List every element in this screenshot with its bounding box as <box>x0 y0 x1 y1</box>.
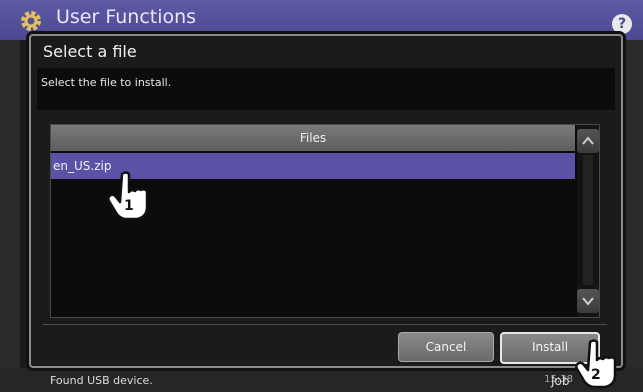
scroll-up-button[interactable] <box>577 129 599 153</box>
cancel-button[interactable]: Cancel <box>398 332 494 362</box>
hand-pointer-icon: 2 <box>575 339 617 389</box>
status-message: Found USB device. <box>50 374 153 387</box>
files-column-header: Files <box>51 125 575 151</box>
app-title: User Functions <box>56 6 197 28</box>
file-list-scrollbar <box>577 125 599 317</box>
step-2-label: 2 <box>591 367 601 383</box>
step-1-label: 1 <box>124 198 134 214</box>
scroll-down-button[interactable] <box>577 289 599 313</box>
chevron-up-icon <box>582 136 594 145</box>
scroll-track[interactable] <box>583 155 593 285</box>
background-panel-right <box>622 40 643 370</box>
hand-pointer-icon: 1 <box>107 171 149 221</box>
job-status-button[interactable]: Job <box>551 374 570 388</box>
file-name: en_US.zip <box>53 159 112 173</box>
chevron-down-icon <box>582 297 594 306</box>
dialog-message-box: Select the file to install. <box>37 68 615 110</box>
dialog-title: Select a file <box>43 42 137 61</box>
background-panel-left <box>0 40 20 370</box>
dialog-message: Select the file to install. <box>41 76 172 89</box>
dialog-divider <box>43 324 607 325</box>
help-button[interactable]: ? <box>612 14 632 34</box>
gear-icon <box>21 11 41 31</box>
